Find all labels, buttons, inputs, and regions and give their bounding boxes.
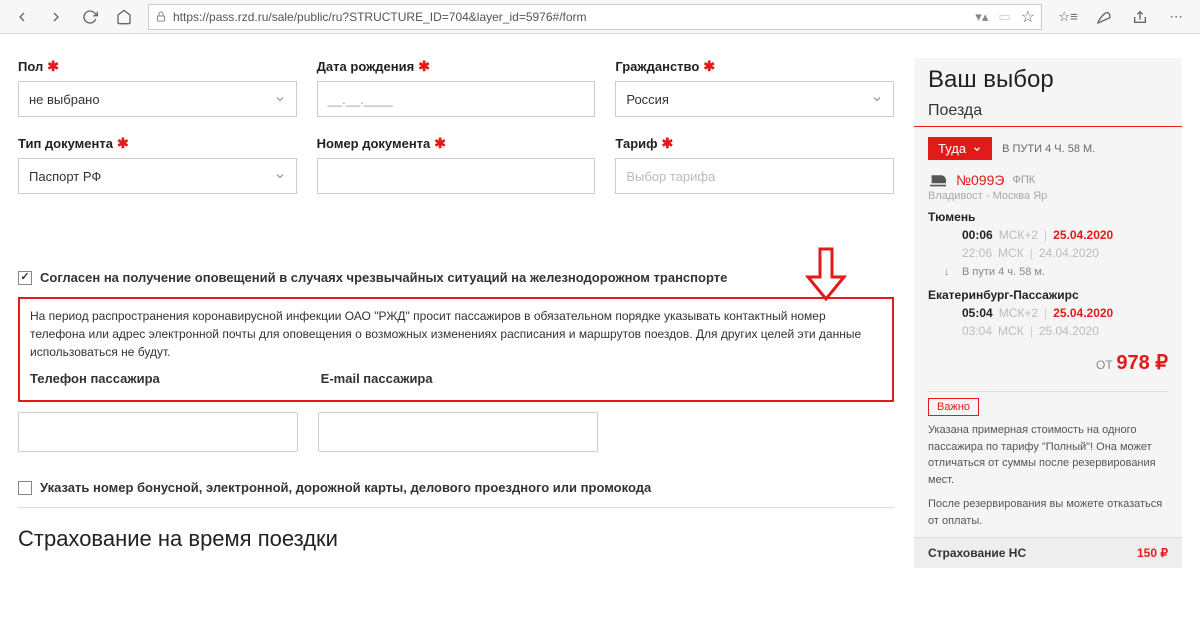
sidebar: Ваш выбор Поезда Туда В ПУТИ 4 Ч. 58 М. … [914, 58, 1182, 568]
docnumber-label: Номер документа✱ [317, 135, 596, 152]
direction-badge[interactable]: Туда [928, 137, 992, 160]
favorites-icon[interactable]: ☆≡ [1050, 3, 1086, 31]
browser-toolbar: https://pass.rzd.ru/sale/public/ru?STRUC… [0, 0, 1200, 34]
lock-icon [155, 10, 167, 23]
checkbox-unchecked-icon [18, 481, 32, 495]
dep1-tz: МСК+2 [999, 228, 1038, 242]
chevron-down-icon [274, 93, 286, 105]
sidebar-insurance-label: Страхование НС [928, 546, 1026, 560]
arrb-tz: МСК [998, 324, 1024, 338]
back-button[interactable] [6, 3, 38, 31]
bonus-label: Указать номер бонусной, электронной, дор… [40, 480, 651, 495]
docnumber-input[interactable] [317, 158, 596, 194]
citizenship-label: Гражданство✱ [615, 58, 894, 75]
price-value: 978 ₽ [1116, 352, 1168, 374]
star-icon[interactable]: ☆ [1021, 7, 1035, 27]
book-icon[interactable]: ▭ [998, 9, 1010, 25]
birthdate-label: Дата рождения✱ [317, 58, 596, 75]
dep1b-tz: МСК [998, 246, 1024, 260]
consent-checkbox-row[interactable]: ✓ Согласен на получение оповещений в слу… [18, 270, 894, 285]
arrb-date: 25.04.2020 [1039, 324, 1099, 338]
arr-time: 05:04 [962, 306, 993, 320]
birthdate-input[interactable]: __.__.____ [317, 81, 596, 117]
arr-tz: МСК+2 [999, 306, 1038, 320]
covid-notice-box: На период распространения коронавирусной… [18, 297, 894, 402]
train-company: ФПК [1012, 174, 1035, 186]
forward-button[interactable] [40, 3, 72, 31]
url-text: https://pass.rzd.ru/sale/public/ru?STRUC… [173, 10, 975, 24]
email-input[interactable] [318, 412, 598, 452]
insurance-heading: Страхование на время поездки [18, 507, 894, 552]
consent-label: Согласен на получение оповещений в случа… [40, 270, 727, 285]
dep1-time: 00:06 [962, 228, 993, 242]
sidebar-title: Ваш выбор [914, 58, 1182, 100]
address-bar[interactable]: https://pass.rzd.ru/sale/public/ru?STRUC… [148, 4, 1042, 30]
important-text-1: Указана примерная стоимость на одного па… [928, 422, 1168, 488]
phone-label: Телефон пассажира [30, 371, 301, 386]
home-button[interactable] [108, 3, 140, 31]
dep1b-date: 24.04.2020 [1039, 246, 1099, 260]
sidebar-subtitle: Поезда [914, 100, 1182, 127]
phone-input[interactable] [18, 412, 298, 452]
citizenship-select[interactable]: Россия [615, 81, 894, 117]
share-icon[interactable] [1122, 3, 1158, 31]
important-badge: Важно [928, 398, 979, 416]
doctype-label: Тип документа✱ [18, 135, 297, 152]
travel-duration-note: В пути 4 ч. 58 м. [914, 262, 1182, 282]
chevron-down-icon [871, 93, 883, 105]
dep1b-time: 22:06 [962, 246, 992, 260]
dep1-date: 25.04.2020 [1053, 228, 1113, 242]
refresh-button[interactable] [74, 3, 106, 31]
checkbox-checked-icon: ✓ [18, 271, 32, 285]
station-1: Тюмень [914, 204, 1182, 226]
route-text: Владивост - Москва Яр [914, 188, 1182, 204]
bonus-checkbox-row[interactable]: Указать номер бонусной, электронной, дор… [18, 480, 894, 495]
train-icon [928, 172, 948, 188]
price-from-label: ОТ [1096, 358, 1113, 372]
pen-icon[interactable] [1086, 3, 1122, 31]
chevron-down-icon [274, 170, 286, 182]
station-2: Екатеринбург-Пассажирс [914, 282, 1182, 304]
train-number: №099Э [956, 172, 1004, 188]
notice-text: На период распространения коронавирусной… [30, 307, 882, 361]
email-label: E-mail пассажира [321, 371, 592, 386]
arrb-time: 03:04 [962, 324, 992, 338]
arrow-annotation-icon [804, 247, 848, 304]
tariff-input: Выбор тарифа [615, 158, 894, 194]
more-icon[interactable]: ⋯ [1158, 3, 1194, 31]
gender-select[interactable]: не выбрано [18, 81, 297, 117]
sidebar-insurance-price: 150 ₽ [1137, 546, 1168, 560]
chevron-down-icon [972, 144, 982, 154]
travel-time-label: В ПУТИ 4 Ч. 58 М. [1002, 143, 1095, 155]
important-text-2: После резервирования вы можете отказатьс… [928, 496, 1168, 529]
arr-date: 25.04.2020 [1053, 306, 1113, 320]
reader-icon[interactable]: ▾▴ [975, 9, 988, 25]
doctype-select[interactable]: Паспорт РФ [18, 158, 297, 194]
tariff-label: Тариф✱ [615, 135, 894, 152]
gender-label: Пол✱ [18, 58, 297, 75]
